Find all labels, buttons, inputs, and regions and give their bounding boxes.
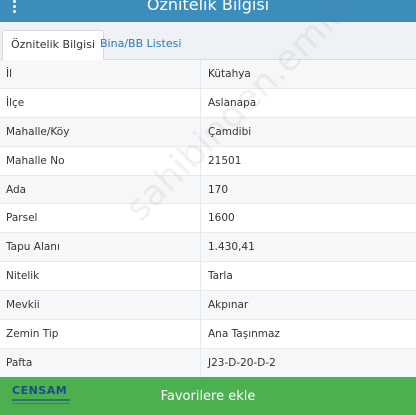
column-divider — [200, 262, 201, 291]
column-divider — [200, 146, 201, 175]
tab-bar: Öznitelik Bilgisi Bina/BB Listesi — [0, 22, 416, 61]
row-value: Tarla — [208, 270, 233, 283]
column-divider — [200, 320, 201, 348]
row-value: Çamdibi — [208, 125, 252, 138]
column-divider — [200, 117, 201, 146]
page-title: Öznitelik Bilgisi — [146, 0, 270, 14]
row-label: İlçe — [6, 96, 25, 109]
table-row: Mahalle/Köy Çamdibi — [0, 117, 416, 147]
table-row: Mevkii Akpınar — [0, 291, 416, 321]
column-divider — [200, 88, 201, 117]
row-value: Kütahya — [208, 68, 251, 80]
row-value: 1.430,41 — [208, 241, 255, 254]
column-divider — [200, 348, 201, 377]
column-divider — [200, 291, 201, 320]
row-value: Aslanapa — [208, 96, 257, 109]
row-value: 170 — [208, 183, 229, 196]
row-label: Pafta — [6, 356, 33, 369]
table-row: Parsel 1600 — [0, 204, 416, 234]
row-label: Nitelik — [6, 270, 40, 283]
row-label: Mahalle No — [6, 154, 65, 167]
table-row: İl Kütahya — [0, 60, 416, 89]
table-row: Mahalle No 21501 — [0, 146, 416, 176]
attribute-table: İl Kütahya İlçe Aslanapa Mahalle/Köy Çam… — [0, 60, 416, 378]
page: Öznitelik Bilgisi Öznitelik Bilgisi Bina… — [0, 0, 416, 415]
row-label: Mevkii — [6, 299, 40, 312]
column-divider — [200, 204, 201, 233]
footer-bar: Favorilere ekle CENSAM — [0, 377, 416, 415]
row-value: 21501 — [208, 154, 242, 167]
header-bar: Öznitelik Bilgisi — [0, 0, 416, 22]
row-value: J23-D-20-D-2 — [208, 356, 276, 369]
tab-oznitelik-bilgisi[interactable]: Öznitelik Bilgisi — [2, 30, 105, 61]
row-label: Parsel — [6, 212, 38, 225]
row-value: Ana Taşınmaz — [208, 328, 280, 341]
logo-underline — [12, 403, 70, 404]
table-row: Zemin Tip Ana Taşınmaz — [0, 320, 416, 349]
column-divider — [200, 60, 201, 88]
censam-logo: CENSAM — [8, 383, 74, 411]
row-label: Tapu Alanı — [6, 241, 60, 254]
column-divider — [200, 233, 201, 262]
table-row: Ada 170 — [0, 175, 416, 205]
row-value: Akpınar — [208, 299, 249, 312]
table-row: İlçe Aslanapa — [0, 88, 416, 118]
row-label: Mahalle/Köy — [6, 125, 70, 138]
tab-bina-bb-listesi[interactable]: Bina/BB Listesi — [92, 30, 189, 60]
row-label: İl — [6, 68, 13, 80]
table-row: Tapu Alanı 1.430,41 — [0, 233, 416, 263]
row-value: 1600 — [208, 212, 235, 225]
table-row: Nitelik Tarla — [0, 262, 416, 292]
logo-text: CENSAM — [12, 384, 68, 397]
table-row: Pafta J23-D-20-D-2 — [0, 348, 416, 378]
logo-underline — [12, 399, 70, 401]
row-label: Zemin Tip — [6, 328, 59, 341]
row-label: Ada — [6, 183, 27, 196]
column-divider — [200, 175, 201, 204]
